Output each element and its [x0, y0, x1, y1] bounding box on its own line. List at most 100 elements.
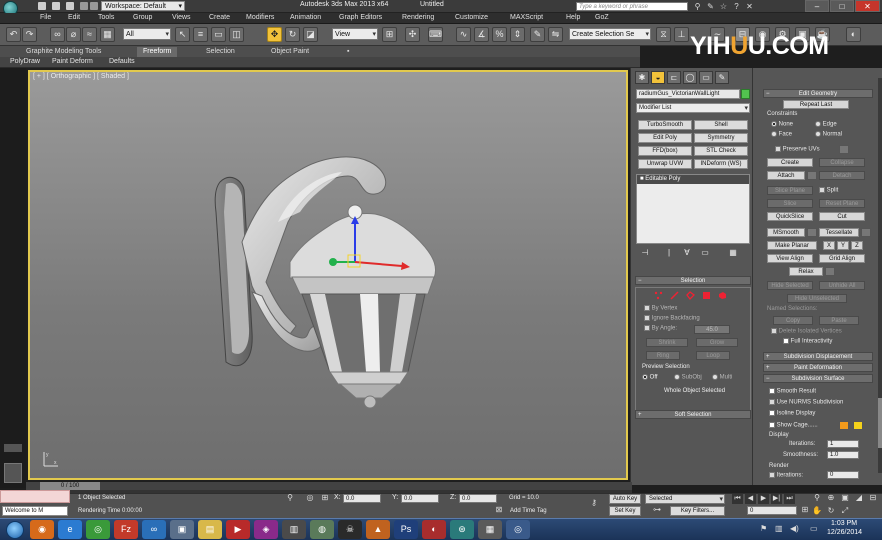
- loop-button[interactable]: Loop: [696, 351, 730, 360]
- use-nurms-checkbox[interactable]: Use NURMS Subdivision: [769, 399, 843, 406]
- bind-space-warp-icon[interactable]: ≈: [82, 27, 97, 42]
- app-taskbar-icon-1[interactable]: ▣: [170, 520, 194, 539]
- go-to-start-icon[interactable]: ⏮: [732, 494, 743, 504]
- maximize-toggle-icon[interactable]: ⤢: [840, 506, 850, 516]
- by-vertex-checkbox[interactable]: By Vertex: [644, 305, 677, 312]
- key-mode-dropdown[interactable]: Selected ▾: [645, 494, 725, 504]
- selection-rollout-header[interactable]: − Selection: [635, 276, 751, 285]
- border-icon[interactable]: [686, 291, 695, 300]
- hierarchy-tab-icon[interactable]: ⊏: [667, 71, 681, 84]
- snaps-toggle-icon[interactable]: ∿: [456, 27, 471, 42]
- reset-plane-button[interactable]: Reset Plane: [819, 199, 865, 208]
- cut-button[interactable]: Cut: [819, 212, 865, 221]
- smoothness-spinner[interactable]: 1.0: [827, 451, 859, 459]
- preview-off-radio[interactable]: Off: [642, 374, 658, 381]
- modifier-stack[interactable]: ■ Editable Poly: [636, 174, 750, 244]
- edit-geometry-header[interactable]: − Edit Geometry: [763, 89, 873, 98]
- edit-named-selection-icon[interactable]: ✎: [530, 27, 545, 42]
- media-player-taskbar-icon[interactable]: ▶: [226, 520, 250, 539]
- close-button[interactable]: ✕: [855, 0, 880, 12]
- menu-animation[interactable]: Animation: [290, 14, 321, 21]
- align-icon[interactable]: ⊥: [674, 27, 689, 42]
- collapse-button[interactable]: Collapse: [819, 158, 865, 167]
- grow-button[interactable]: Grow: [696, 338, 738, 347]
- edge-icon[interactable]: [670, 291, 679, 300]
- panel-scrollbar-thumb[interactable]: [878, 398, 882, 448]
- paint-deformation-header[interactable]: + Paint Deformation: [763, 363, 873, 372]
- tessellate-settings-icon[interactable]: [861, 228, 871, 237]
- 3dsmax-taskbar-icon[interactable]: ⊛: [450, 520, 474, 539]
- element-icon[interactable]: [718, 291, 727, 300]
- maxscript-listener-pink[interactable]: [0, 490, 70, 503]
- hide-unselected-button[interactable]: Hide Unselected: [787, 294, 847, 303]
- menu-rendering[interactable]: Rendering: [402, 14, 434, 21]
- app-taskbar-icon-4[interactable]: ◍: [310, 520, 334, 539]
- move-icon[interactable]: ✥: [267, 27, 282, 42]
- network-tray-icon[interactable]: ▥: [775, 524, 783, 533]
- delete-isolated-checkbox[interactable]: Delete Isolated Vertices: [771, 328, 842, 335]
- menu-help[interactable]: Help: [566, 14, 580, 21]
- maximize-viewport-icon[interactable]: ⊟: [868, 493, 878, 503]
- select-by-name-icon[interactable]: ≡: [193, 27, 208, 42]
- cage-color-swatch-2[interactable]: [853, 421, 863, 430]
- keyboard-shortcut-override-icon[interactable]: ⌨: [428, 27, 443, 42]
- iterations-spinner[interactable]: 1: [827, 440, 859, 448]
- angle-snap-icon[interactable]: ∡: [474, 27, 489, 42]
- unwrap-uvw-button[interactable]: Unwrap UVW: [638, 159, 692, 169]
- view-align-button[interactable]: View Align: [767, 254, 813, 263]
- hide-selected-button[interactable]: Hide Selected: [767, 281, 813, 290]
- timeline[interactable]: [26, 482, 632, 490]
- menu-tools[interactable]: Tools: [98, 14, 114, 21]
- create-tab-icon[interactable]: ✱: [635, 71, 649, 84]
- binoculars-icon[interactable]: ⚲: [693, 2, 702, 11]
- remove-modifier-icon[interactable]: ▭: [700, 248, 710, 258]
- isolate-selection-icon[interactable]: ◎: [305, 493, 315, 503]
- turbosmooth-button[interactable]: TurboSmooth: [638, 120, 692, 130]
- detach-button[interactable]: Detach: [819, 171, 865, 180]
- attach-list-icon[interactable]: [807, 171, 817, 180]
- set-key-icon[interactable]: ⊶: [652, 505, 662, 515]
- time-tag-icon[interactable]: ⊠: [494, 505, 504, 515]
- viewport-layout-button[interactable]: [4, 444, 22, 452]
- mirror-tool-icon[interactable]: ⧖: [656, 27, 671, 42]
- photoshop-taskbar-icon[interactable]: Ps: [394, 520, 418, 539]
- open-file-icon[interactable]: [52, 2, 60, 10]
- y-coord-field[interactable]: 0.0: [401, 494, 439, 503]
- minimize-button[interactable]: –: [805, 0, 829, 12]
- modifier-list-dropdown[interactable]: Modifier List ▾: [636, 103, 750, 113]
- cage-color-swatch-1[interactable]: [839, 421, 849, 430]
- redo-icon[interactable]: [90, 2, 98, 10]
- split-checkbox[interactable]: Split: [819, 187, 838, 194]
- constraint-none-radio[interactable]: None: [771, 121, 793, 128]
- ie-taskbar-icon[interactable]: e: [58, 520, 82, 539]
- selection-filter-icon[interactable]: ▦: [100, 27, 115, 42]
- app-taskbar-icon-7[interactable]: ◐: [422, 520, 446, 539]
- key-icon[interactable]: ⚷: [585, 498, 603, 508]
- undo-icon[interactable]: [80, 2, 88, 10]
- current-frame-field[interactable]: 0: [747, 506, 797, 515]
- battery-tray-icon[interactable]: ▭: [810, 524, 818, 533]
- planar-z-button[interactable]: Z: [851, 241, 863, 250]
- stl-check-button[interactable]: STL Check: [694, 146, 748, 156]
- paste-button[interactable]: Paste: [819, 316, 859, 325]
- orbit-icon[interactable]: ↻: [826, 506, 836, 516]
- polygon-icon[interactable]: [702, 291, 711, 300]
- constraint-face-radio[interactable]: Face: [771, 131, 792, 138]
- previous-frame-icon[interactable]: ◀: [745, 494, 756, 504]
- preview-multi-radio[interactable]: Multi: [712, 374, 732, 381]
- maxscript-mini-listener[interactable]: Welcome to M: [2, 506, 68, 516]
- show-end-result-icon[interactable]: |: [664, 248, 674, 258]
- explorer-taskbar-icon[interactable]: ▤: [198, 520, 222, 539]
- app-taskbar-icon-2[interactable]: ◈: [254, 520, 278, 539]
- show-cage-checkbox[interactable]: Show Cage......: [769, 422, 818, 429]
- pin-stack-icon[interactable]: ⊣: [640, 248, 650, 258]
- unlink-icon[interactable]: ⌀: [66, 27, 81, 42]
- menu-goz[interactable]: GoZ: [595, 14, 609, 21]
- help-icon[interactable]: ?: [732, 2, 741, 11]
- display-tab-icon[interactable]: ▭: [699, 71, 713, 84]
- msmooth-button[interactable]: MSmooth: [767, 228, 805, 237]
- edit-poly-button[interactable]: Edit Poly: [638, 133, 692, 143]
- x-coord-field[interactable]: 0.0: [343, 494, 381, 503]
- ignore-backfacing-checkbox[interactable]: Ignore Backfacing: [644, 315, 700, 322]
- planar-x-button[interactable]: X: [823, 241, 835, 250]
